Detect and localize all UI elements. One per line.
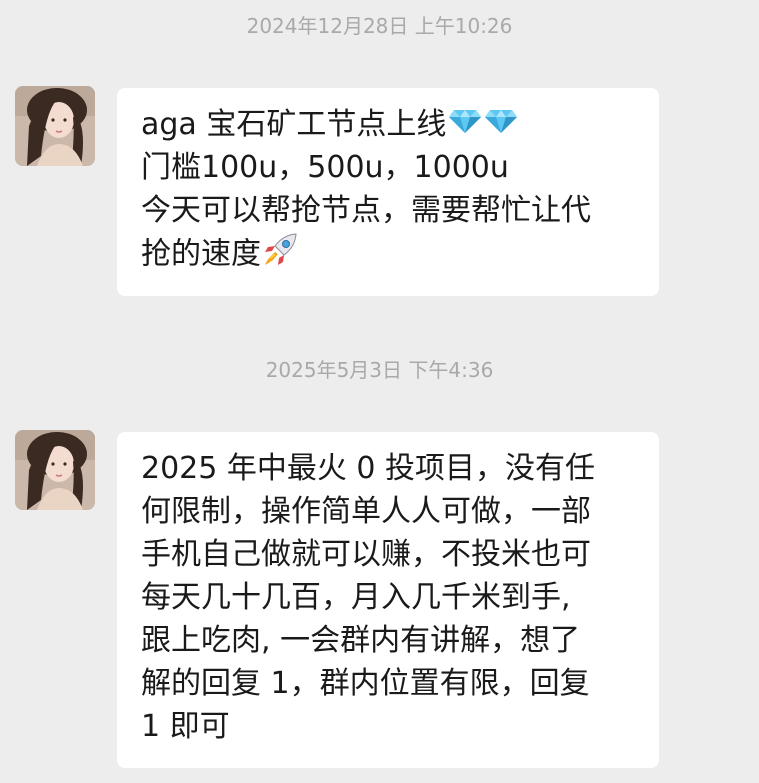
message-line: 抢的速度: [141, 232, 659, 275]
message-line: 每天几十几百，月入几千米到手,: [141, 580, 571, 615]
message-timestamp: 2024年12月28日 上午10:26: [246, 14, 513, 38]
message-line: 今天可以帮抢节点，需要帮忙让代: [141, 193, 591, 228]
message-line: 跟上吃肉, 一会群内有讲解，想了: [141, 623, 581, 658]
message-line: 2025 年中最火 0 投项目，没有任: [141, 451, 596, 486]
message-bubble[interactable]: 2025 年中最火 0 投项目，没有任 何限制，操作简单人人可做，一部 手机自己…: [117, 432, 659, 768]
message-timestamp: 2025年5月3日 下午4:36: [265, 358, 494, 382]
rocket-icon: [263, 232, 299, 278]
message-line: 解的回复 1，群内位置有限，回复: [141, 666, 590, 701]
message-text: 抢的速度: [141, 236, 261, 272]
message-line: 手机自己做就可以赚，不投米也可: [141, 537, 591, 572]
message-text: aga 宝石矿工节点上线: [141, 107, 447, 142]
message-line: aga 宝石矿工节点上线: [141, 103, 659, 146]
gem-icon: [484, 104, 518, 147]
avatar[interactable]: [15, 430, 95, 510]
message-bubble[interactable]: aga 宝石矿工节点上线 门槛100u，500u，1000u 今天可以帮抢节点，…: [117, 88, 659, 296]
gem-icon: [448, 104, 482, 147]
message-line: 何限制，操作简单人人可做，一部: [141, 494, 591, 529]
avatar[interactable]: [15, 86, 95, 166]
message-line: 门槛100u，500u，1000u: [141, 150, 509, 185]
message-line: 1 即可: [141, 709, 230, 744]
